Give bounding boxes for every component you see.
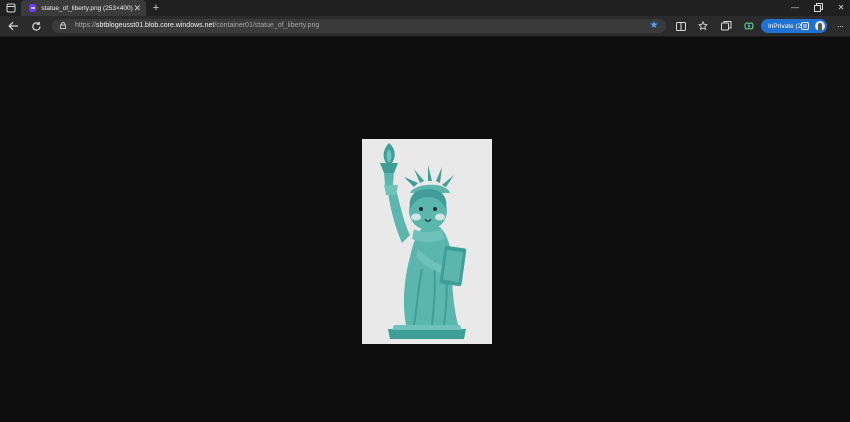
displayed-image xyxy=(362,139,492,344)
collections-icon[interactable] xyxy=(719,20,733,32)
close-window-icon[interactable]: ✕ xyxy=(834,2,848,14)
close-icon[interactable]: ✕ xyxy=(133,3,142,13)
minimize-icon[interactable]: — xyxy=(788,2,802,14)
avatar xyxy=(815,21,825,31)
star-icon[interactable]: ★ xyxy=(648,20,660,32)
tab-title: statue_of_liberty.png (253×400) xyxy=(41,4,133,12)
tab-strip: statue_of_liberty.png (253×400) ✕ + — ✕ xyxy=(0,0,850,16)
url-host: sbtblogeusst01.blob.core.windows.net xyxy=(96,22,215,29)
inprivate-button[interactable]: InPrivate (2 xyxy=(761,19,827,33)
url-text: https://sbtblogeusst01.blob.core.windows… xyxy=(75,21,319,31)
favicon-icon xyxy=(29,4,37,12)
url-protocol: https:// xyxy=(75,22,97,29)
copilot-icon[interactable] xyxy=(742,20,756,32)
tab-active[interactable]: statue_of_liberty.png (253×400) ✕ xyxy=(21,0,146,16)
tab-actions-icon[interactable] xyxy=(3,2,19,14)
toolbar: https://sbtblogeusst01.blob.core.windows… xyxy=(0,16,850,37)
inprivate-badge-icon xyxy=(801,22,809,30)
split-screen-icon[interactable] xyxy=(674,20,688,32)
restore-icon[interactable] xyxy=(811,2,825,14)
page-viewport xyxy=(0,37,850,422)
more-icon[interactable]: ··· xyxy=(834,20,846,32)
lock-icon[interactable] xyxy=(60,22,66,29)
address-bar[interactable]: https://sbtblogeusst01.blob.core.windows… xyxy=(52,19,666,33)
back-arrow-icon[interactable] xyxy=(6,20,20,32)
statue-of-liberty-illustration xyxy=(380,143,467,339)
refresh-icon[interactable] xyxy=(29,20,43,32)
favorites-icon[interactable] xyxy=(696,20,710,32)
url-path: /container01/statue_of_liberty.png xyxy=(214,22,320,29)
plus-icon[interactable]: + xyxy=(150,2,162,14)
inprivate-label: InPrivate (2 xyxy=(768,22,802,30)
